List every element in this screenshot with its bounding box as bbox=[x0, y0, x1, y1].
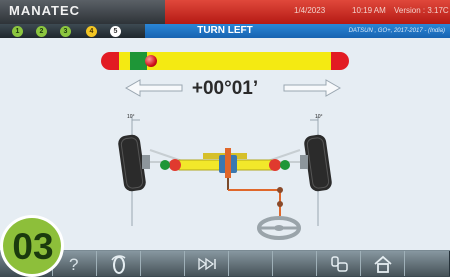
right-angle-label: 10° bbox=[315, 114, 323, 120]
step-3[interactable]: 3 bbox=[60, 26, 71, 37]
gauge-left-limit bbox=[101, 52, 119, 70]
date-text: 1/4/2023 bbox=[294, 6, 326, 15]
vehicle-info: DATSUN , GO+, 2017-2017 - (India) bbox=[348, 28, 445, 34]
left-wheel-icon bbox=[118, 134, 150, 192]
wheel-vehicle-icon bbox=[331, 256, 348, 272]
page-title: TURN LEFT bbox=[197, 25, 253, 36]
skip-forward-icon bbox=[198, 257, 216, 271]
toolbar-button-6[interactable] bbox=[272, 251, 318, 276]
home-icon bbox=[374, 255, 392, 273]
axle-diagram: 10° 10° bbox=[118, 114, 332, 240]
brand-logo: MANATEC bbox=[9, 3, 81, 18]
help-icon: ? bbox=[69, 255, 78, 274]
gauge-right-limit bbox=[331, 52, 349, 70]
wheel-vehicle-button[interactable] bbox=[316, 251, 362, 276]
toolbar-button-5[interactable] bbox=[228, 251, 274, 276]
angle-reading: +00°01’ bbox=[191, 78, 259, 99]
version-text: Version : 3.17C bbox=[394, 6, 449, 15]
steering-wheel-icon bbox=[257, 216, 301, 240]
wheel-rotate-button[interactable] bbox=[96, 251, 142, 276]
right-wheel-icon bbox=[300, 134, 332, 192]
skip-forward-button[interactable] bbox=[184, 251, 230, 276]
step-4[interactable]: 4 bbox=[86, 26, 97, 37]
toolbar-button-3[interactable] bbox=[140, 251, 186, 276]
step-1[interactable]: 1 bbox=[12, 26, 23, 37]
time-text: 10:19 AM bbox=[352, 6, 386, 15]
step-number-text: 03 bbox=[12, 226, 54, 267]
steering-gauge bbox=[101, 52, 349, 70]
left-angle-label: 10° bbox=[127, 114, 135, 120]
step-5[interactable]: 5 bbox=[110, 26, 121, 37]
toolbar-button-10[interactable] bbox=[404, 251, 450, 276]
arrow-right-icon bbox=[283, 79, 342, 97]
step-2[interactable]: 2 bbox=[36, 26, 47, 37]
home-button[interactable] bbox=[360, 251, 406, 276]
gauge-indicator-ball bbox=[144, 55, 157, 67]
svg-text:?: ? bbox=[69, 255, 78, 274]
alignment-screen: MANATEC 1/4/2023 10:19 AM Version : 3.17… bbox=[0, 0, 450, 277]
wheel-rotate-icon bbox=[111, 255, 126, 274]
